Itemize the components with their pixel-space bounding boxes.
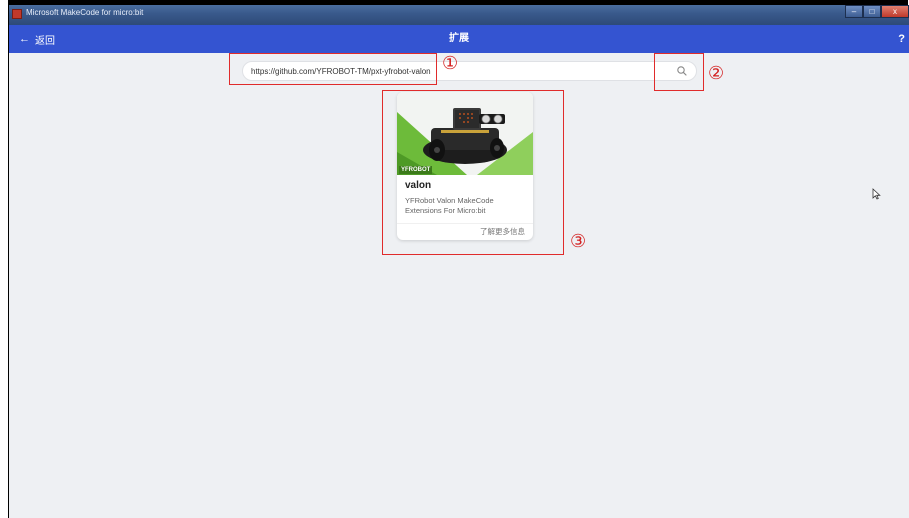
card-divider (397, 223, 533, 224)
mouse-cursor-icon (872, 188, 881, 200)
extensions-content: YFROBOT valon YFRobot Valon MakeCode Ext… (9, 53, 909, 518)
window-title-bar: Microsoft MakeCode for micro:bit – □ x (9, 5, 909, 25)
maximize-button[interactable]: □ (863, 5, 881, 18)
annotation-number-3: ③ (570, 231, 587, 252)
search-box (242, 61, 697, 81)
help-button[interactable]: ? (898, 25, 905, 53)
robot-car-image (397, 92, 533, 175)
search-icon[interactable] (676, 65, 688, 77)
extension-card[interactable]: YFROBOT valon YFRobot Valon MakeCode Ext… (397, 92, 533, 240)
learn-more-link[interactable]: 了解更多信息 (480, 226, 525, 237)
window-title: Microsoft MakeCode for micro:bit (26, 8, 144, 17)
annotation-number-1: ① (442, 53, 459, 74)
annotation-number-2: ② (708, 63, 725, 84)
close-button[interactable]: x (881, 5, 909, 18)
image-badge: YFROBOT (399, 166, 433, 174)
app-header: ← 返回 扩展 ? (9, 25, 909, 53)
minimize-button[interactable]: – (845, 5, 863, 18)
page-title: 扩展 (449, 33, 469, 44)
window-controls: – □ x (845, 5, 909, 19)
app-icon (12, 9, 22, 19)
card-description: YFRobot Valon MakeCode Extensions For Mi… (405, 196, 494, 215)
card-title: valon (405, 180, 432, 191)
